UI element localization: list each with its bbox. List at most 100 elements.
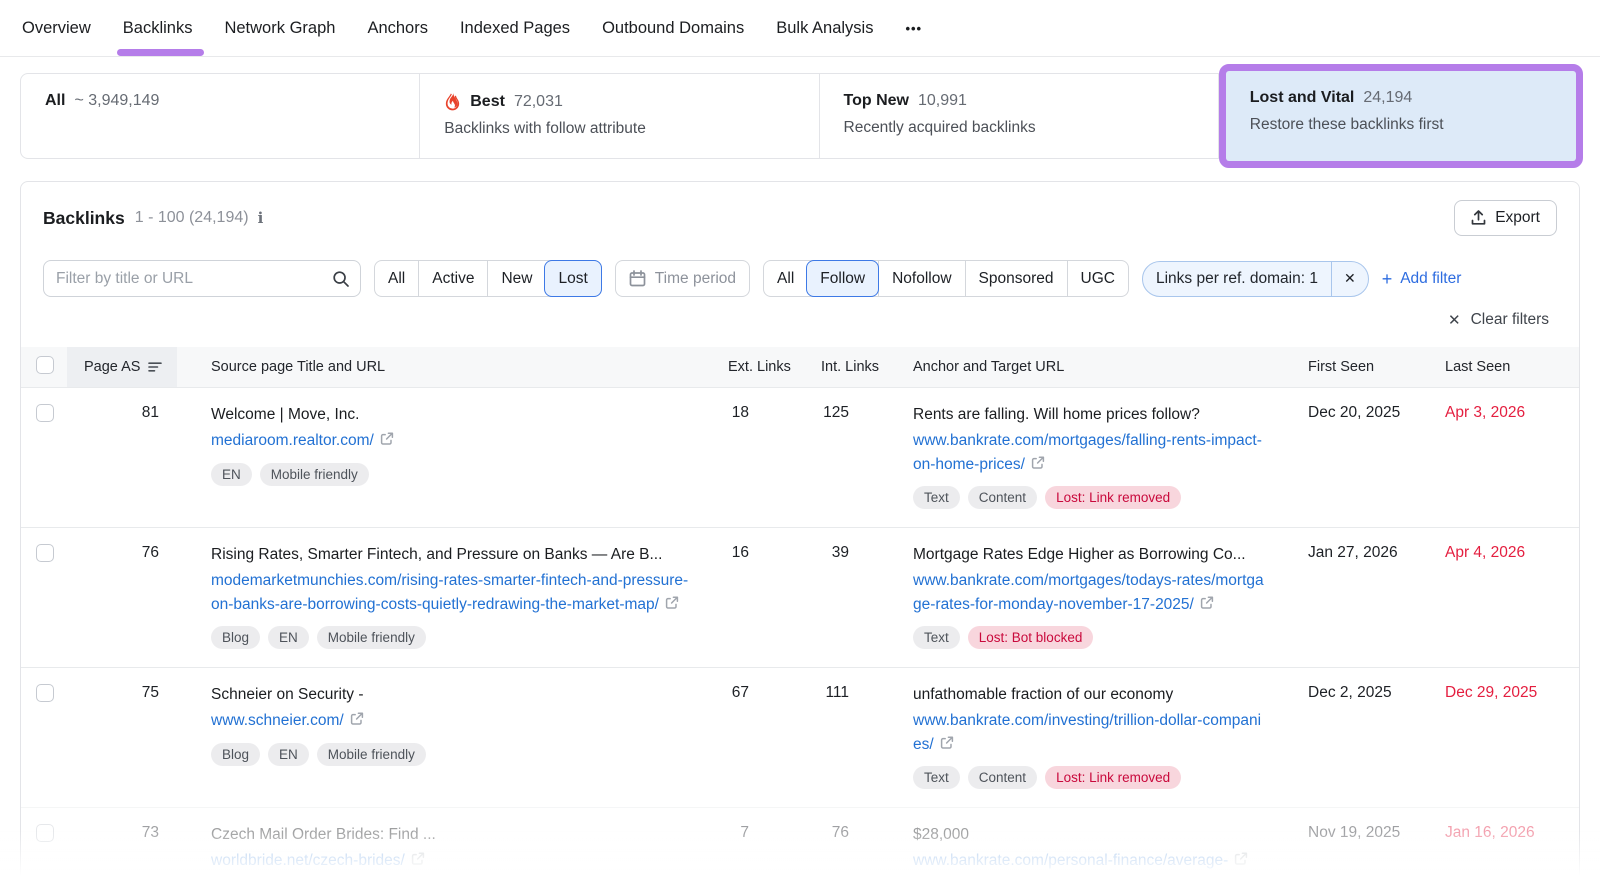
status-filter-group: All Active New Lost	[374, 260, 602, 297]
export-icon	[1471, 210, 1486, 225]
card-all[interactable]: All ~ 3,949,149	[20, 73, 421, 159]
last-seen-value: Apr 3, 2026	[1445, 404, 1526, 421]
source-tag: Text	[913, 625, 960, 649]
card-best[interactable]: Best 72,031 Backlinks with follow attrib…	[420, 73, 820, 159]
ugc-button[interactable]: UGC	[1066, 261, 1128, 296]
search-icon[interactable]	[332, 270, 350, 288]
external-link-icon[interactable]	[665, 596, 679, 610]
export-button[interactable]: Export	[1454, 200, 1557, 236]
page-url-link[interactable]: www.schneier.com/	[211, 712, 344, 729]
url-line: www.bankrate.com/investing/trillion-doll…	[913, 709, 1266, 756]
external-link-icon[interactable]	[940, 736, 954, 750]
ext-links-value: 16	[731, 543, 749, 561]
remove-filter-icon[interactable]: ✕	[1330, 261, 1368, 296]
external-link-icon[interactable]	[380, 432, 394, 446]
tab-backlinks[interactable]: Backlinks	[116, 0, 205, 56]
card-top-new[interactable]: Top New 10,991 Recently acquired backlin…	[819, 73, 1219, 159]
tab-overview[interactable]: Overview	[20, 0, 93, 56]
external-link-icon[interactable]	[1031, 456, 1045, 470]
export-label: Export	[1495, 209, 1540, 226]
clear-filters-label: Clear filters	[1470, 311, 1549, 328]
page-url-link[interactable]: www.bankrate.com/mortgages/falling-rents…	[913, 432, 1262, 472]
tag-list: Blog EN Mobile friendly	[211, 625, 690, 649]
row-checkbox-cell	[21, 528, 67, 667]
column-anchor[interactable]: Anchor and Target URL	[893, 359, 1288, 375]
column-first-seen[interactable]: First Seen	[1288, 359, 1425, 375]
last-seen-value: Jan 16, 2026	[1445, 823, 1535, 841]
source-cell: Czech Mail Order Brides: Find ... worldbr…	[177, 808, 708, 890]
anchor-text: unfathomable fraction of our economy	[913, 685, 1174, 703]
first-seen-value: Dec 2, 2025	[1308, 683, 1392, 701]
card-best-value: 72,031	[513, 92, 563, 110]
row-checkbox[interactable]	[36, 543, 54, 562]
page-url-link[interactable]: modemarketmunchies.com/rising-rates-smar…	[211, 572, 688, 612]
tab-anchors[interactable]: Anchors	[365, 0, 430, 56]
status-lost-button[interactable]: Lost	[544, 260, 602, 297]
page-url-link[interactable]: mediaroom.realtor.com/	[211, 432, 374, 449]
external-link-icon[interactable]	[1200, 596, 1214, 610]
summary-cards: All ~ 3,949,149 Best 72,031 Backlinks wi…	[20, 64, 1583, 168]
status-all-button[interactable]: All	[375, 261, 418, 296]
nofollow-button[interactable]: Nofollow	[878, 261, 964, 296]
info-icon[interactable]: i	[258, 209, 264, 227]
column-int-links[interactable]: Int. Links	[801, 359, 893, 375]
links-per-domain-filter-chip[interactable]: Links per ref. domain: 1 ✕	[1141, 260, 1369, 297]
card-lost-and-vital[interactable]: Lost and Vital 24,194 Restore these back…	[1225, 71, 1576, 161]
column-ext-links[interactable]: Ext. Links	[708, 359, 801, 375]
tab-indexed-pages[interactable]: Indexed Pages	[458, 0, 572, 56]
tag-list: EN Mobile friendly	[211, 462, 690, 486]
clear-filters-button[interactable]: ✕ Clear filters	[1448, 311, 1549, 329]
select-all-checkbox[interactable]	[36, 356, 54, 374]
add-filter-button[interactable]: + Add filter	[1382, 270, 1462, 288]
column-last-seen[interactable]: Last Seen	[1425, 359, 1579, 375]
row-checkbox[interactable]	[36, 404, 54, 422]
filter-bar: All Active New Lost Time period All Foll…	[21, 250, 1579, 297]
plus-icon: +	[1381, 268, 1393, 289]
column-source[interactable]: Source page Title and URL	[177, 359, 708, 375]
tab-bulk-analysis[interactable]: Bulk Analysis	[774, 0, 875, 56]
url-line: www.schneier.com/	[211, 709, 690, 732]
follow-all-button[interactable]: All	[764, 261, 807, 296]
column-page-as[interactable]: Page AS	[67, 347, 177, 387]
anchor-text: Mortgage Rates Edge Higher as Borrowing …	[913, 545, 1246, 563]
page-as-value: 81	[141, 404, 159, 421]
tag-list: Text Content Lost: Link removed	[913, 765, 1266, 789]
card-best-title: Best	[470, 92, 505, 110]
tab-outbound-domains[interactable]: Outbound Domains	[600, 0, 746, 56]
status-active-button[interactable]: Active	[418, 261, 487, 296]
clear-filters-row: ✕ Clear filters	[21, 297, 1579, 335]
more-tabs-icon[interactable]: •••	[903, 0, 924, 56]
page-url-link[interactable]: www.bankrate.com/personal-finance/averag…	[913, 852, 1228, 869]
source-page-title: Schneier on Security -	[211, 685, 364, 703]
page-as-value: 75	[141, 683, 159, 701]
int-links-value: 39	[831, 543, 849, 561]
time-period-button[interactable]: Time period	[614, 260, 751, 297]
row-checkbox[interactable]	[36, 683, 54, 702]
result-range: 1 - 100 (24,194)	[134, 209, 249, 226]
lost-status-tag: Lost: Link removed	[1045, 765, 1182, 789]
row-checkbox[interactable]	[36, 823, 54, 842]
follow-button[interactable]: Follow	[806, 260, 880, 297]
ext-links-value: 18	[731, 404, 749, 421]
calendar-icon	[629, 270, 646, 287]
search-input[interactable]	[56, 269, 332, 288]
tab-network-graph[interactable]: Network Graph	[222, 0, 337, 56]
source-tag: Mobile friendly	[316, 625, 426, 649]
external-link-icon[interactable]	[411, 852, 425, 866]
page-url-link[interactable]: www.bankrate.com/investing/trillion-doll…	[913, 712, 1261, 752]
backlinks-panel: Backlinks 1 - 100 (24,194) i Export All …	[20, 181, 1580, 890]
external-link-icon[interactable]	[1234, 852, 1248, 866]
source-page-title: Rising Rates, Smarter Fintech, and Press…	[211, 545, 663, 563]
row-checkbox-cell	[21, 808, 67, 890]
lost-status-tag: Lost: Bot blocked	[967, 625, 1094, 649]
status-new-button[interactable]: New	[487, 261, 545, 296]
card-all-value: ~ 3,949,149	[74, 92, 160, 109]
page-as-value: 76	[141, 543, 159, 561]
card-top-new-subtitle: Recently acquired backlinks	[843, 119, 1036, 136]
source-cell: Rising Rates, Smarter Fintech, and Press…	[177, 528, 708, 667]
page-url-link[interactable]: worldbride.net/czech-brides/	[211, 852, 405, 869]
sponsored-button[interactable]: Sponsored	[964, 261, 1067, 296]
external-link-icon[interactable]	[350, 712, 364, 726]
source-tag: EN	[268, 625, 309, 649]
flame-icon	[446, 92, 460, 111]
